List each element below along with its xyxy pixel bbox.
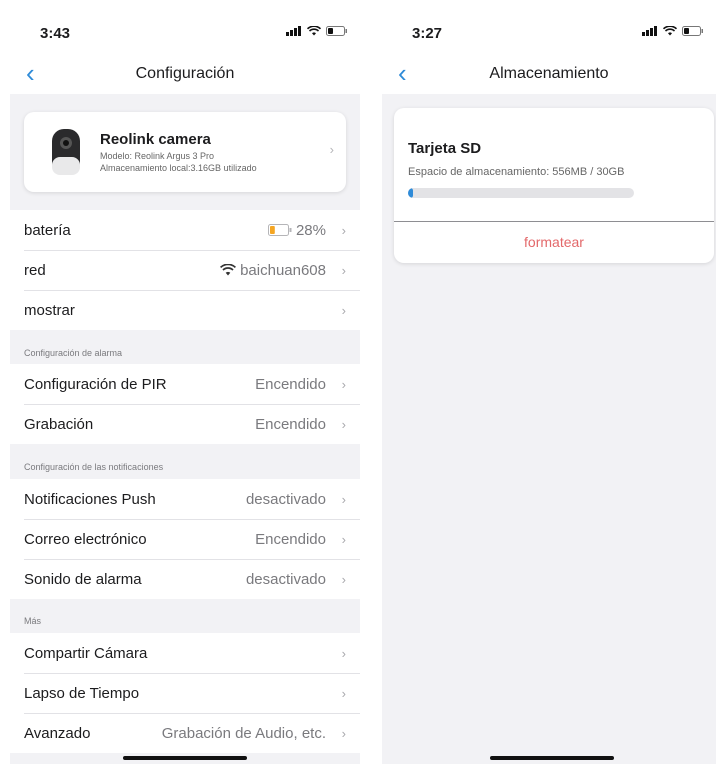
row-recording[interactable]: Grabación Encendido › bbox=[10, 404, 360, 444]
page-title: Almacenamiento bbox=[489, 65, 609, 82]
battery-status-icon bbox=[682, 26, 703, 36]
alarm-settings-group: Configuración de PIR Encendido › Grabaci… bbox=[10, 364, 360, 444]
wifi-status-icon bbox=[663, 26, 677, 36]
row-value: Encendido bbox=[255, 530, 326, 548]
row-label: batería bbox=[24, 221, 71, 239]
camera-storage: Almacenamiento local:3.16GB utilizado bbox=[100, 162, 257, 173]
battery-value: 28% bbox=[295, 221, 326, 239]
row-label: Grabación bbox=[24, 415, 94, 433]
chevron-right-icon: › bbox=[341, 416, 346, 432]
row-label: mostrar bbox=[24, 301, 75, 319]
chevron-right-icon: › bbox=[329, 142, 334, 157]
status-icons bbox=[642, 26, 704, 36]
section-label-alarm: Configuración de alarma bbox=[24, 348, 123, 358]
row-label: Correo electrónico bbox=[24, 530, 147, 548]
chevron-right-icon: › bbox=[341, 376, 346, 392]
camera-icon bbox=[52, 129, 80, 175]
row-advanced[interactable]: Avanzado Grabación de Audio, etc. › bbox=[10, 713, 360, 753]
home-indicator[interactable] bbox=[123, 756, 247, 760]
notification-settings-group: Notificaciones Push desactivado › Correo… bbox=[10, 479, 360, 599]
main-settings-group: batería 28% › red baichuan608 › mostrar … bbox=[10, 210, 360, 330]
row-label: Avanzado bbox=[24, 724, 91, 742]
chevron-right-icon: › bbox=[341, 302, 346, 318]
chevron-right-icon: › bbox=[341, 685, 346, 701]
storage-space-text: Espacio de almacenamiento: 556MB / 30GB bbox=[408, 166, 625, 178]
camera-model: Modelo: Reolink Argus 3 Pro bbox=[100, 150, 215, 161]
row-display[interactable]: mostrar › bbox=[10, 290, 360, 330]
chevron-right-icon: › bbox=[341, 531, 346, 547]
row-email[interactable]: Correo electrónico Encendido › bbox=[10, 519, 360, 559]
storage-progress-fill bbox=[408, 188, 413, 198]
chevron-right-icon: › bbox=[341, 222, 346, 238]
nav-bar: ‹ Configuración bbox=[10, 54, 360, 94]
row-siren[interactable]: Sonido de alarma desactivado › bbox=[10, 559, 360, 599]
row-label: Configuración de PIR bbox=[24, 375, 167, 393]
status-bar: 3:27 bbox=[382, 0, 716, 54]
row-share[interactable]: Compartir Cámara › bbox=[10, 633, 360, 673]
section-label-notifications: Configuración de las notificaciones bbox=[24, 462, 164, 472]
row-battery[interactable]: batería 28% › bbox=[10, 210, 360, 250]
chevron-right-icon: › bbox=[341, 571, 346, 587]
storage-screen: 3:27 ‹ Almacenamiento Tarjeta SD Espacio… bbox=[382, 0, 716, 764]
row-value: Encendido bbox=[255, 375, 326, 393]
row-value: desactivado bbox=[245, 490, 326, 508]
more-settings-group: Compartir Cámara › Lapso de Tiempo › Ava… bbox=[10, 633, 360, 753]
status-icons bbox=[286, 26, 348, 36]
sd-card-panel: Tarjeta SD Espacio de almacenamiento: 55… bbox=[394, 108, 714, 263]
row-value: Encendido bbox=[255, 415, 326, 433]
row-value: Grabación de Audio, etc. bbox=[161, 724, 326, 742]
row-label: Sonido de alarma bbox=[24, 570, 142, 588]
signal-icon bbox=[642, 26, 657, 36]
row-label: red bbox=[24, 261, 46, 279]
camera-name: Reolink camera bbox=[100, 130, 211, 148]
chevron-right-icon: › bbox=[341, 645, 346, 661]
page-title: Configuración bbox=[135, 65, 235, 82]
sd-card-title: Tarjeta SD bbox=[408, 140, 482, 157]
row-label: Lapso de Tiempo bbox=[24, 684, 140, 702]
row-network[interactable]: red baichuan608 › bbox=[10, 250, 360, 290]
row-timelapse[interactable]: Lapso de Tiempo › bbox=[10, 673, 360, 713]
home-indicator[interactable] bbox=[490, 756, 614, 760]
chevron-right-icon: › bbox=[341, 725, 346, 741]
status-time: 3:27 bbox=[412, 25, 443, 42]
section-label-more: Más bbox=[24, 616, 42, 626]
back-chevron-icon[interactable]: ‹ bbox=[398, 60, 407, 86]
row-push[interactable]: Notificaciones Push desactivado › bbox=[10, 479, 360, 519]
signal-icon bbox=[286, 26, 301, 36]
back-chevron-icon[interactable]: ‹ bbox=[26, 60, 35, 86]
chevron-right-icon: › bbox=[341, 491, 346, 507]
row-label: Compartir Cámara bbox=[24, 644, 148, 662]
camera-card[interactable]: Reolink camera Modelo: Reolink Argus 3 P… bbox=[24, 112, 346, 192]
storage-progress-bar bbox=[408, 188, 634, 198]
row-label: Notificaciones Push bbox=[24, 490, 156, 508]
battery-icon bbox=[267, 224, 292, 236]
status-bar: 3:43 bbox=[10, 0, 360, 54]
settings-screen: 3:43 ‹ Configuración Reolink camera Mode… bbox=[10, 0, 360, 764]
status-time: 3:43 bbox=[40, 25, 71, 42]
row-pir[interactable]: Configuración de PIR Encendido › bbox=[10, 364, 360, 404]
network-value: baichuan608 bbox=[240, 261, 326, 279]
format-button[interactable]: formatear bbox=[394, 222, 714, 263]
battery-status-icon bbox=[326, 26, 347, 36]
nav-bar: ‹ Almacenamiento bbox=[382, 54, 716, 94]
row-value: desactivado bbox=[245, 570, 326, 588]
wifi-icon bbox=[220, 264, 237, 276]
chevron-right-icon: › bbox=[341, 262, 346, 278]
wifi-status-icon bbox=[307, 26, 321, 36]
